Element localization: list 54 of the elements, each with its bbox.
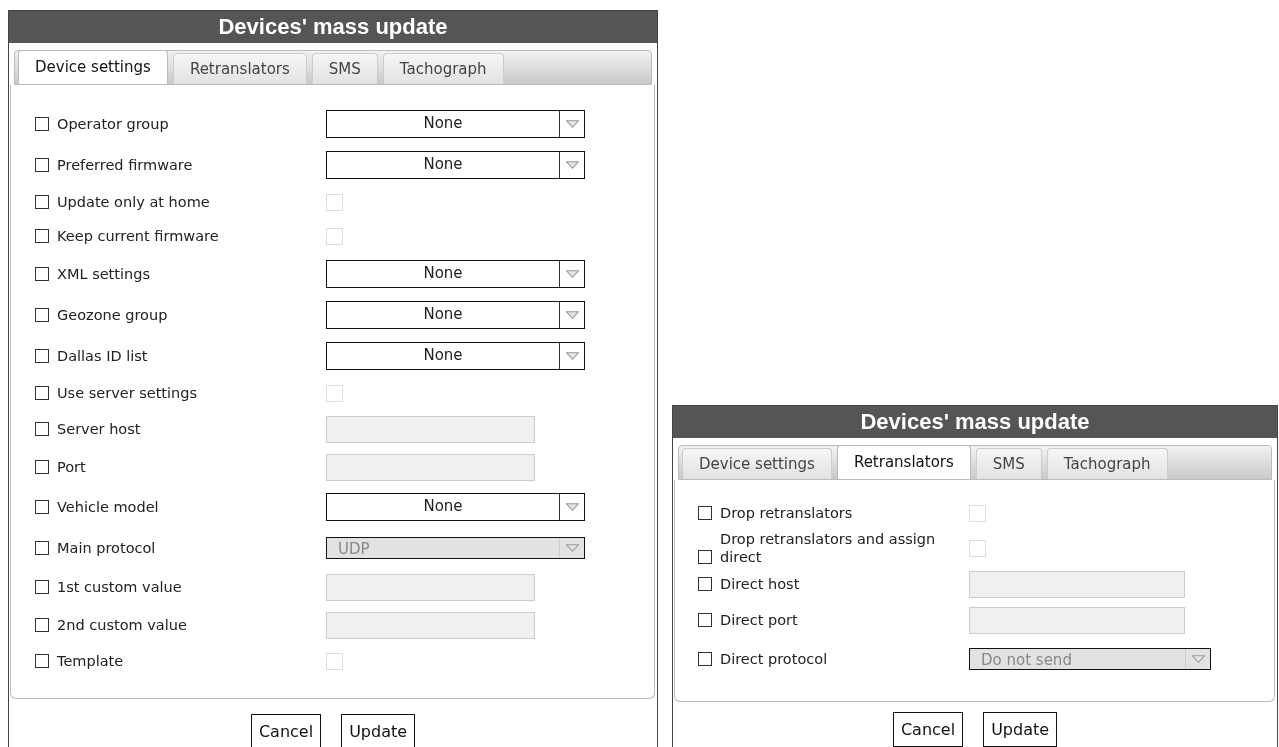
field-label: Direct host — [720, 575, 800, 593]
field-label: Operator group — [57, 114, 169, 133]
caret-icon — [565, 160, 579, 169]
checkbox[interactable] — [35, 157, 49, 172]
dialog-title: Devices' mass update — [9, 11, 657, 43]
dialog-button[interactable]: Cancel — [892, 712, 964, 747]
field-label: XML settings — [57, 264, 150, 283]
tab[interactable]: Retranslators — [172, 53, 307, 84]
caret-icon — [565, 310, 579, 319]
field-label: Vehicle model — [57, 497, 159, 516]
tab[interactable]: Device settings — [18, 50, 168, 84]
field-label: 1st custom value — [57, 578, 182, 596]
field-label: Direct port — [720, 611, 798, 629]
field-label: 2nd custom value — [57, 616, 187, 634]
tab[interactable]: Retranslators — [836, 445, 971, 479]
tab[interactable]: Tachograph — [1046, 448, 1168, 479]
dialog-button[interactable]: Cancel — [250, 714, 322, 747]
checkbox[interactable] — [35, 266, 49, 281]
tab[interactable]: Device settings — [682, 448, 832, 479]
dropdown[interactable]: None — [326, 150, 585, 179]
checkbox[interactable] — [35, 499, 49, 514]
checkbox[interactable] — [35, 307, 49, 322]
field-label: Preferred firmware — [57, 155, 193, 174]
field-label: Drop retranslators and assign direct — [720, 530, 937, 566]
dropdown[interactable]: None — [326, 492, 585, 521]
checkbox[interactable] — [35, 116, 49, 131]
caret-icon — [1191, 654, 1205, 663]
caret-icon — [565, 502, 579, 511]
dialog-button[interactable]: Update — [341, 714, 416, 747]
field-label: Use server settings — [57, 384, 198, 402]
caret-icon — [565, 269, 579, 278]
field-label: Dallas ID list — [57, 346, 148, 365]
field-label: Template — [57, 652, 124, 670]
tab[interactable]: Tachograph — [382, 53, 504, 84]
dropdown[interactable]: None — [326, 341, 585, 370]
dropdown[interactable]: None — [326, 109, 585, 138]
caret-icon — [565, 543, 579, 552]
field-label: Direct protocol — [720, 649, 828, 668]
field-label: Main protocol — [57, 538, 156, 557]
field-label: Port — [57, 458, 86, 476]
dialog-button[interactable]: Update — [983, 712, 1058, 747]
tab[interactable]: SMS — [311, 53, 378, 84]
field-label: Geozone group — [57, 305, 168, 324]
field-label: Keep current firmware — [57, 227, 219, 245]
dialog-title: Devices' mass update — [673, 406, 1277, 438]
field-label: Drop retranslators — [720, 504, 853, 522]
caret-icon — [565, 351, 579, 360]
checkbox[interactable] — [35, 348, 49, 363]
field-label: Server host — [57, 420, 141, 438]
dropdown[interactable]: None — [326, 259, 585, 288]
dropdown[interactable]: None — [326, 300, 585, 329]
tab[interactable]: SMS — [975, 448, 1042, 479]
caret-icon — [565, 119, 579, 128]
field-label: Update only at home — [57, 193, 210, 211]
